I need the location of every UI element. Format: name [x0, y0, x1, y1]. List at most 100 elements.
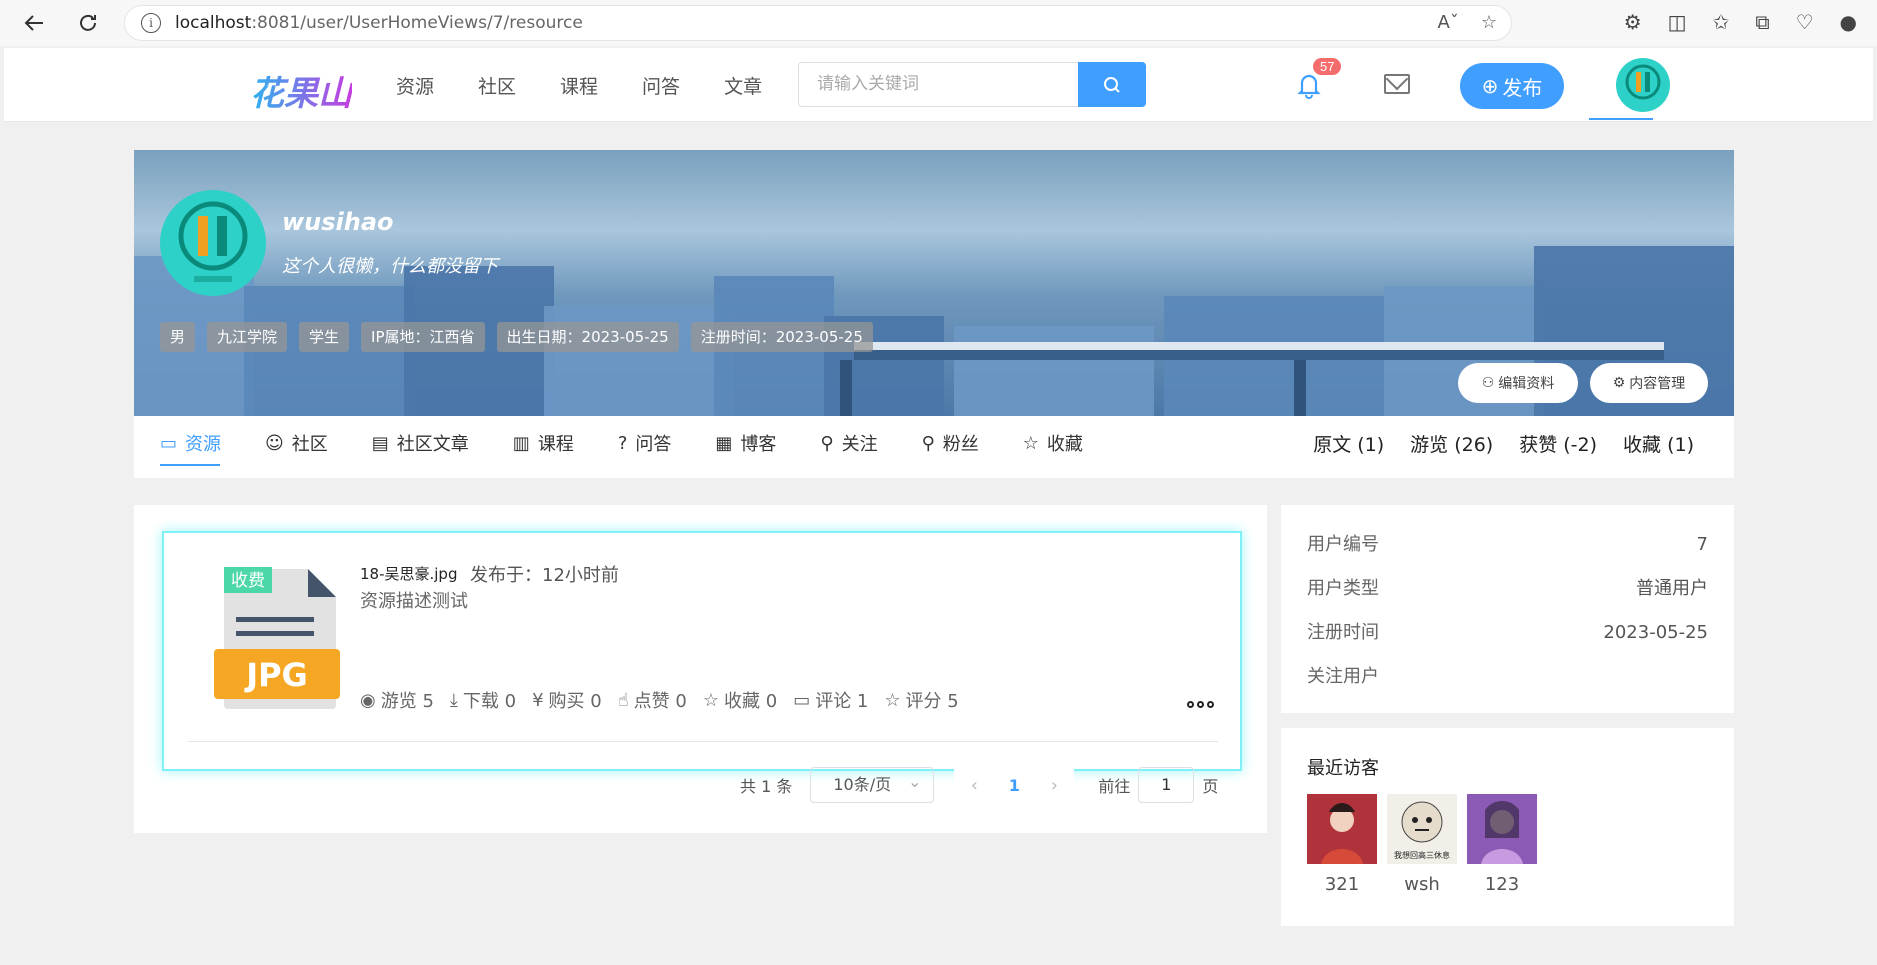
gear-icon: ⚙: [1612, 375, 1626, 391]
resource-card[interactable]: JPG 收费 18-吴思豪.jpg 发布于：12小时前 资源描述测试 ◉ 游览 5…: [162, 531, 1242, 771]
profile-tabs-bar: ▭ 资源 ☺ 社区 ▤ 社区文章 ▥ 课程 ? 问答 ▦ 博客 ⚲ 关注 ⚲ 粉丝 ☆ 收藏 原文…: [134, 416, 1734, 478]
app-header: 花果山 资源 社区 课程 问答 文章 请输入关键词 57 ⊕ 发布: [4, 48, 1873, 122]
favorites-icon[interactable]: ✩: [1713, 10, 1730, 34]
pager-total: 共 1 条: [740, 777, 793, 796]
resource-list-panel: JPG 收费 18-吴思豪.jpg 发布于：12小时前 资源描述测试 ◉ 游览 5…: [134, 505, 1267, 833]
goto-page-input[interactable]: 1: [1138, 767, 1195, 803]
visitor-item[interactable]: 321: [1307, 794, 1377, 895]
goto-label: 前往: [1098, 777, 1131, 796]
resource-name[interactable]: 18-吴思豪.jpg: [360, 563, 457, 584]
favorite-star-icon[interactable]: ☆: [1481, 12, 1497, 33]
star-icon: ☆: [702, 689, 719, 711]
resource-meta: ◉ 游览 5 ⤓ 下载 0 ¥ 购买 0 ☝ 点赞 0 ☆ 收藏 0 ▭ 评论 1 ☆ 评分 …: [360, 687, 959, 713]
profile-tabs: ▭ 资源 ☺ 社区 ▤ 社区文章 ▥ 课程 ? 问答 ▦ 博客 ⚲ 关注 ⚲ 粉丝 ☆ 收藏: [160, 428, 1127, 458]
tag-gender: 男: [160, 322, 196, 352]
tag-role: 学生: [299, 322, 350, 352]
rating-stat: ☆ 评分 5: [884, 689, 959, 713]
nav-articles[interactable]: 文章: [724, 72, 762, 99]
extensions-icon[interactable]: ⚙: [1624, 10, 1642, 34]
tab-community-articles[interactable]: ▤ 社区文章: [372, 428, 469, 458]
content-manage-button[interactable]: ⚙ 内容管理: [1590, 363, 1708, 403]
pager-pages: ‹ 1 ›: [954, 767, 1075, 803]
tab-fans[interactable]: ⚲ 粉丝: [922, 428, 979, 458]
svg-text:我想回高三休息: 我想回高三休息: [1394, 850, 1450, 860]
visitor-item[interactable]: 我想回高三休息 wsh: [1387, 794, 1457, 895]
tab-courses[interactable]: ▥ 课程: [513, 428, 574, 458]
plus-circle-icon: ⊕: [1481, 74, 1499, 98]
like-stat[interactable]: ☝ 点赞 0: [618, 687, 687, 713]
tab-collections[interactable]: ☆ 收藏: [1023, 428, 1083, 458]
info-row-register-time: 注册时间 2023-05-25: [1307, 622, 1708, 643]
nav-resources[interactable]: 资源: [396, 72, 434, 99]
refresh-icon[interactable]: [68, 3, 108, 43]
next-page-icon[interactable]: ›: [1034, 775, 1074, 796]
nav-qa[interactable]: 问答: [642, 72, 680, 99]
prev-page-icon[interactable]: ‹: [954, 775, 994, 796]
stat-original: 原文 (1): [1313, 434, 1385, 456]
visitor-avatar: [1467, 794, 1537, 864]
site-logo[interactable]: 花果山: [250, 66, 352, 115]
active-tab-indicator: [160, 464, 220, 466]
search-icon: [1104, 76, 1120, 93]
tab-blog[interactable]: ▦ 博客: [715, 428, 776, 458]
stat-likes: 获赞 (-2): [1519, 434, 1598, 456]
nav-courses[interactable]: 课程: [560, 72, 598, 99]
user-info-panel: 用户编号 7 用户类型 普通用户 注册时间 2023-05-25 关注用户: [1281, 505, 1734, 713]
person-icon: ⚲: [820, 432, 834, 454]
notification-badge: 57: [1313, 58, 1342, 75]
profile-signature: 这个人很懒，什么都没留下: [282, 256, 498, 277]
profile-avatar: [160, 190, 266, 296]
user-icon: ⚇: [1481, 375, 1495, 391]
tab-qa[interactable]: ? 问答: [618, 428, 672, 458]
user-avatar[interactable]: [1616, 58, 1670, 112]
profile-stats: 原文 (1) 游览 (26) 获赞 (-2) 收藏 (1): [1313, 430, 1694, 457]
svg-text:收费: 收费: [231, 571, 265, 591]
pagination: 共 1 条 10条/页 ‹ 1 › 前往 1 页: [740, 765, 1218, 803]
profile-banner: wusihao 这个人很懒，什么都没留下 男 九江学院 学生 IP属地：江西省 …: [134, 150, 1734, 416]
purchase-stat: ¥ 购买 0: [532, 689, 602, 713]
community-icon: ☺: [265, 432, 284, 454]
nav-community[interactable]: 社区: [478, 72, 516, 99]
search-input[interactable]: 请输入关键词: [798, 62, 1088, 107]
mail-icon[interactable]: [1384, 74, 1410, 94]
search-button[interactable]: [1078, 62, 1146, 107]
card-divider: [188, 741, 1218, 742]
tab-resources[interactable]: ▭ 资源: [160, 428, 221, 458]
article-icon: ▤: [371, 432, 389, 454]
svg-text:JPG: JPG: [244, 656, 308, 694]
resource-published: 发布于：12小时前: [470, 565, 619, 586]
browser-toolbar: i localhost:8081/user/UserHomeViews/7/re…: [0, 0, 1877, 46]
visitor-item[interactable]: 123: [1467, 794, 1537, 895]
recent-visitors-panel: 最近访客 321 我想回高三休息 wsh 123: [1281, 728, 1734, 926]
info-row-user-type: 用户类型 普通用户: [1307, 578, 1708, 599]
tag-register-date: 注册时间：2023-05-25: [690, 322, 873, 352]
collect-stat[interactable]: ☆ 收藏 0: [703, 687, 777, 713]
star-outline-icon: ☆: [884, 689, 901, 711]
profile-username: wusihao: [282, 208, 394, 236]
page-number[interactable]: 1: [994, 776, 1034, 795]
page-size-select[interactable]: 10条/页: [810, 765, 935, 803]
tab-community[interactable]: ☺ 社区: [265, 428, 328, 458]
info-row-following: 关注用户: [1307, 666, 1379, 687]
read-aloud-icon[interactable]: Aˇ: [1438, 12, 1459, 33]
profile-icon[interactable]: ●: [1840, 10, 1857, 34]
edit-profile-button[interactable]: ⚇ 编辑资料: [1458, 363, 1578, 403]
tag-school: 九江学院: [207, 322, 288, 352]
split-screen-icon[interactable]: ◫: [1668, 10, 1687, 34]
publish-button[interactable]: ⊕ 发布: [1460, 63, 1564, 109]
address-bar[interactable]: i localhost:8081/user/UserHomeViews/7/re…: [124, 5, 1512, 41]
more-options-icon[interactable]: [1187, 701, 1214, 708]
site-info-icon[interactable]: i: [141, 13, 161, 33]
stat-views: 游览 (26): [1410, 434, 1494, 456]
health-icon[interactable]: ♡: [1796, 10, 1814, 34]
tag-birthdate: 出生日期：2023-05-25: [496, 322, 679, 352]
blog-icon: ▦: [715, 432, 733, 454]
collections-icon[interactable]: ⧉: [1755, 10, 1769, 34]
tab-following[interactable]: ⚲ 关注: [820, 428, 877, 458]
folder-icon: ▭: [160, 432, 178, 454]
jpg-file-icon: JPG 收费: [214, 565, 340, 711]
comment-stat[interactable]: ▭ 评论 1: [793, 687, 868, 713]
back-icon[interactable]: [14, 3, 54, 43]
tag-ip-location: IP属地：江西省: [361, 322, 485, 352]
stat-collections: 收藏 (1): [1623, 434, 1694, 456]
